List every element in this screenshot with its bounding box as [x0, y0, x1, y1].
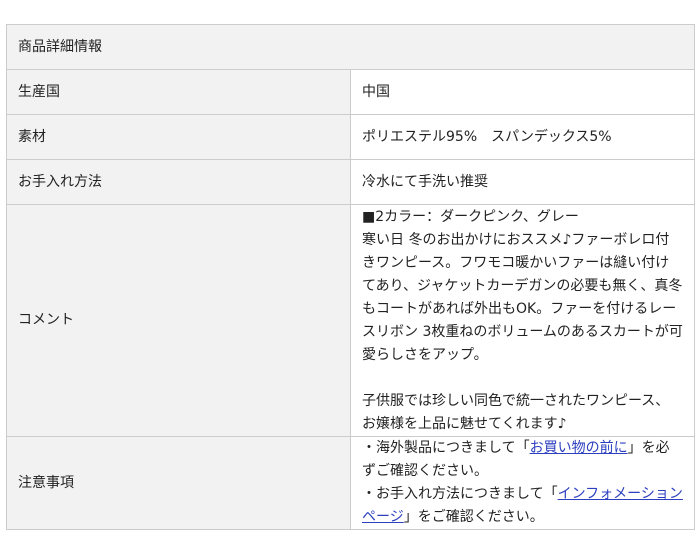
notes-label: 注意事項 [6, 436, 351, 530]
table-row-notes: 注意事項 ・海外製品につきまして「お買い物の前に」を必ずご確認ください。 ・お手… [6, 436, 695, 530]
origin-value: 中国 [350, 69, 695, 115]
note-2-prefix: ・お手入れ方法につきまして「 [362, 486, 558, 502]
notes-value: ・海外製品につきまして「お買い物の前に」を必ずご確認ください。 ・お手入れ方法に… [350, 436, 695, 530]
care-value: 冷水にて手洗い推奨 [350, 159, 695, 205]
note-1-prefix: ・海外製品につきまして「 [362, 440, 530, 456]
comment-paragraph-1: 寒い日 冬のお出かけにおススメ♪ファーボレロ付きワンピース。フワモコ暖かいファー… [362, 232, 683, 363]
material-label: 素材 [6, 114, 351, 160]
comment-label: コメント [6, 204, 351, 437]
note-line-2: ・お手入れ方法につきまして「インフォメーションページ」をご確認ください。 [362, 483, 683, 529]
table-row-material: 素材 ポリエステル95% スパンデックス5% [6, 114, 695, 160]
comment-spacer [362, 367, 683, 390]
product-details-table: 商品詳細情報 生産国 中国 素材 ポリエステル95% スパンデックス5% お手入… [6, 24, 695, 530]
table-header-row: 商品詳細情報 [6, 24, 695, 70]
table-row-comment: コメント ■2カラー：ダークピンク、グレー 寒い日 冬のお出かけにおススメ♪ファ… [6, 204, 695, 437]
comment-body: ■2カラー：ダークピンク、グレー 寒い日 冬のお出かけにおススメ♪ファーボレロ付… [362, 205, 683, 436]
note-2-suffix: 」をご確認ください。 [403, 509, 544, 525]
comment-value: ■2カラー：ダークピンク、グレー 寒い日 冬のお出かけにおススメ♪ファーボレロ付… [350, 204, 695, 437]
table-row-origin: 生産国 中国 [6, 69, 695, 115]
before-shopping-link[interactable]: お買い物の前に [530, 440, 628, 456]
care-label: お手入れ方法 [6, 159, 351, 205]
material-value: ポリエステル95% スパンデックス5% [350, 114, 695, 160]
origin-label: 生産国 [6, 69, 351, 115]
comment-paragraph-2: 子供服では珍しい同色で統一されたワンピース、お嬢様を上品に魅せてくれます♪ [362, 393, 670, 432]
note-line-1: ・海外製品につきまして「お買い物の前に」を必ずご確認ください。 [362, 437, 683, 483]
table-row-care: お手入れ方法 冷水にて手洗い推奨 [6, 159, 695, 205]
table-title: 商品詳細情報 [6, 24, 695, 70]
comment-colors-line: ■2カラー：ダークピンク、グレー [362, 209, 579, 225]
